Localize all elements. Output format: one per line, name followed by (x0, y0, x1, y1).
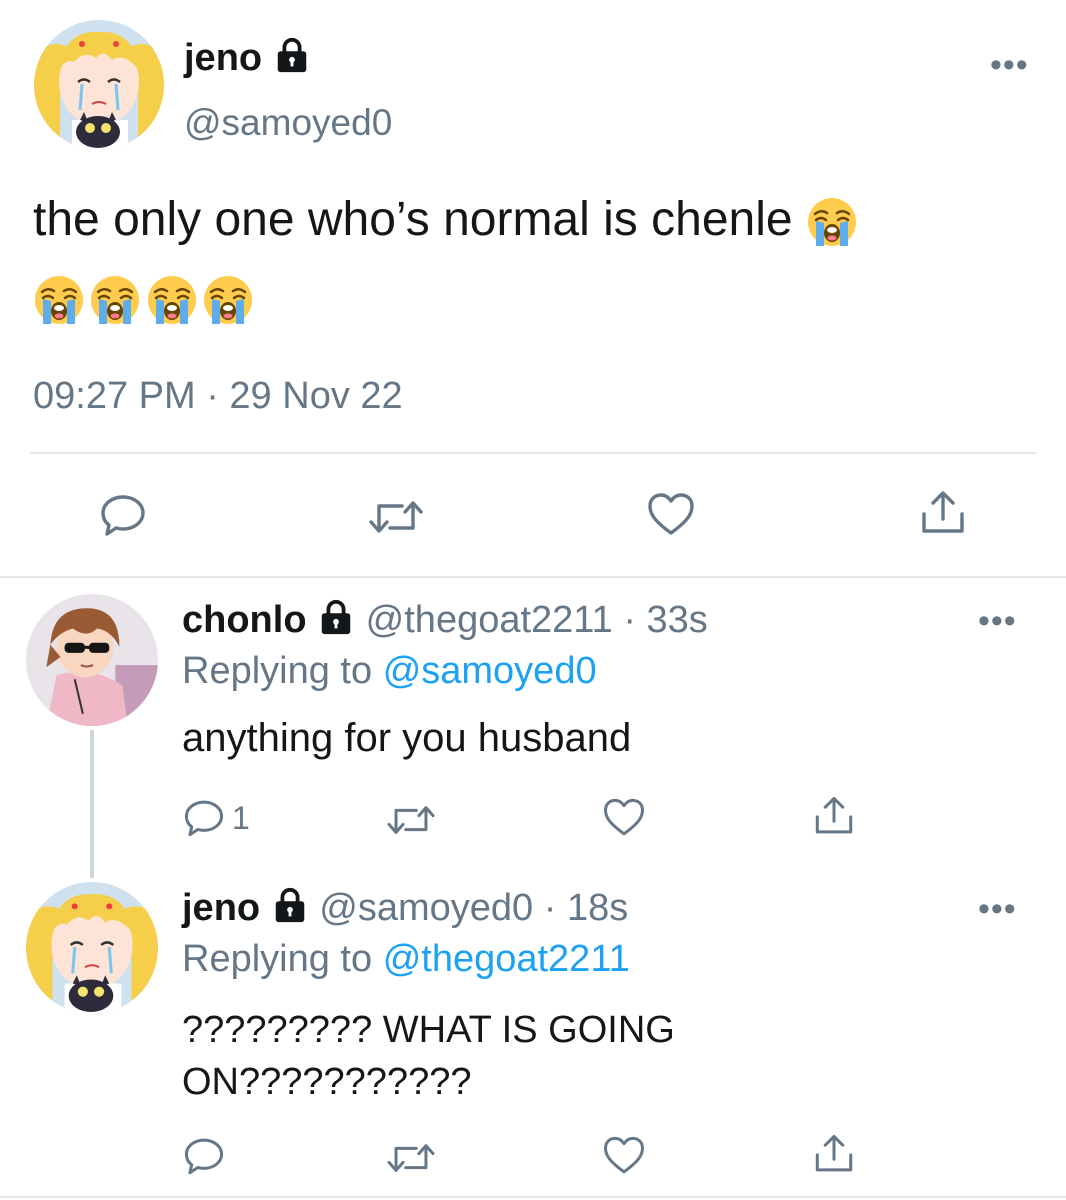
loudly-crying-face-icon (806, 196, 858, 248)
share-icon[interactable] (918, 488, 968, 538)
loudly-crying-face-icon (33, 274, 85, 326)
tweet-text-body: the only one who’s normal is chenle (33, 193, 793, 246)
avatar[interactable] (34, 20, 164, 150)
display-name[interactable]: chonlo (182, 599, 307, 641)
mention-link[interactable]: @samoyed0 (383, 650, 597, 692)
loudly-crying-face-icon (146, 274, 198, 326)
author-handle[interactable]: @samoyed0 (319, 887, 533, 929)
heart-icon[interactable] (602, 796, 646, 840)
replying-prefix: Replying to (182, 938, 373, 980)
tweet-text: the only one who’s normal is chenle (33, 190, 1033, 250)
tweet-timestamp[interactable]: 09:27 PM · 29 Nov 22 (33, 375, 403, 418)
author-name-row: jeno (184, 36, 311, 84)
reply-count: 1 (232, 800, 250, 836)
lock-icon (273, 36, 311, 84)
lock-icon (317, 598, 355, 646)
reply-header: jeno @samoyed0 · 18s (182, 886, 628, 934)
replying-to: Replying to @thegoat2211 (182, 938, 630, 981)
heart-icon[interactable] (646, 490, 696, 540)
avatar[interactable] (26, 882, 158, 1014)
lock-icon (271, 886, 309, 934)
mention-link[interactable]: @thegoat2211 (383, 938, 630, 980)
reply-text-line: ON??????????? (182, 1061, 472, 1103)
replying-to: Replying to @samoyed0 (182, 650, 597, 693)
divider (0, 1196, 1066, 1198)
display-name[interactable]: jeno (184, 37, 262, 79)
reply-header: chonlo @thegoat2211 · 33s (182, 598, 708, 646)
reply-text: ????????? WHAT IS GOING ON??????????? (182, 1004, 675, 1108)
reply-time[interactable]: 33s (647, 599, 708, 641)
replying-prefix: Replying to (182, 650, 373, 692)
retweet-icon[interactable] (384, 798, 438, 842)
author-handle[interactable]: @samoyed0 (184, 102, 392, 144)
tweet-emoji-row (33, 274, 254, 326)
retweet-icon[interactable] (384, 1136, 438, 1180)
separator: · (543, 887, 557, 930)
display-name[interactable]: jeno (182, 887, 260, 929)
more-icon[interactable]: ••• (978, 604, 1017, 638)
author-handle[interactable]: @thegoat2211 (366, 599, 613, 641)
heart-icon[interactable] (602, 1134, 646, 1178)
retweet-icon[interactable] (366, 492, 426, 542)
reply-text-line: ????????? WHAT IS GOING (182, 1009, 675, 1051)
separator: · (623, 599, 636, 642)
loudly-crying-face-icon (202, 274, 254, 326)
loudly-crying-face-icon (89, 274, 141, 326)
share-icon[interactable] (812, 794, 856, 838)
share-icon[interactable] (812, 1132, 856, 1176)
reply-icon[interactable] (182, 796, 226, 840)
more-icon[interactable]: ••• (978, 892, 1017, 926)
divider (0, 576, 1066, 578)
more-icon[interactable]: ••• (990, 48, 1029, 82)
thread-line (90, 730, 94, 878)
divider (30, 452, 1036, 454)
reply-text: anything for you husband (182, 716, 632, 760)
reply-time[interactable]: 18s (567, 887, 628, 929)
avatar[interactable] (26, 594, 158, 726)
reply-icon[interactable] (98, 490, 148, 540)
reply-icon[interactable] (182, 1134, 226, 1178)
